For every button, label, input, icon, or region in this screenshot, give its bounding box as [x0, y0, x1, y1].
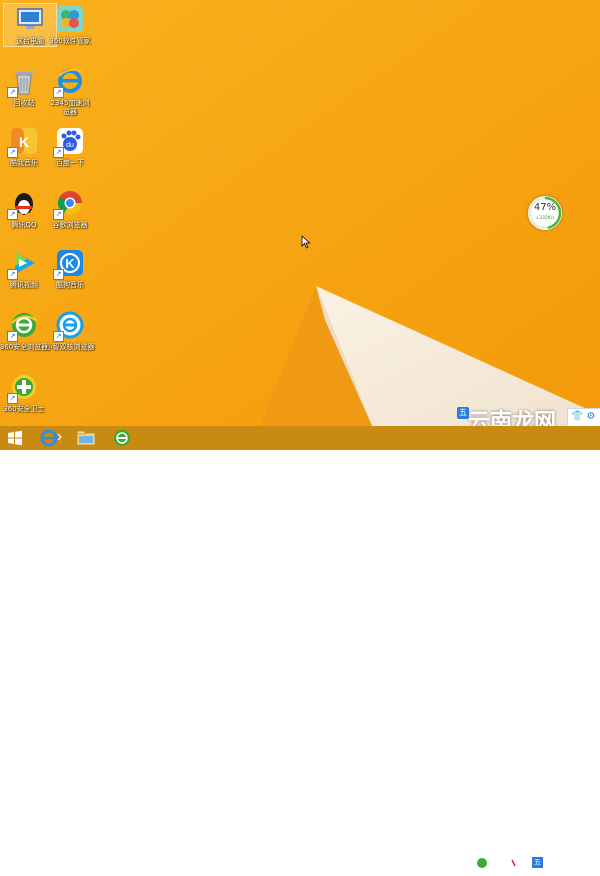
desktop-icon-360-browser[interactable]: ↗ 360安全浏览器: [0, 310, 50, 352]
tray-volume-icon[interactable]: [504, 856, 516, 870]
taskbar-clock[interactable]: 15:46 2021/5/6: [553, 852, 598, 876]
shortcut-arrow-icon: ↗: [7, 209, 18, 220]
shortcut-arrow-icon: ↗: [7, 147, 18, 158]
network-speed-widget[interactable]: 47% ↓332K/s: [528, 196, 562, 230]
360-guard-icon: ↗: [7, 372, 39, 404]
desktop-icon-label: 小智双核浏览器: [45, 343, 95, 351]
shortcut-arrow-icon: ↗: [53, 269, 64, 280]
mouse-cursor-icon: [301, 235, 311, 249]
clock-date: 2021/5/6: [560, 865, 591, 873]
tray-ime-language[interactable]: 中: [518, 856, 530, 870]
shortcut-arrow-icon: ↗: [53, 331, 64, 342]
clock-time: 15:46: [565, 854, 586, 862]
chrome-icon: ↗: [53, 188, 85, 220]
desktop-icon-label: 360安全浏览器: [0, 343, 49, 351]
desktop-icon-label: 360安全卫士: [3, 405, 45, 413]
ie-browser-icon: ↗: [53, 66, 85, 98]
shortcut-arrow-icon: ↗: [7, 87, 18, 98]
start-button[interactable]: [0, 426, 30, 450]
folder-icon: [76, 430, 96, 446]
desktop-icon-360-software-manager[interactable]: 360软件管家: [44, 4, 96, 46]
desktop[interactable]: 这台电脑 360软件管家 ↗ 回收站 ↗ 2345加速浏 览器 K ↗ 酷我音乐 du ↗ 百度一下 ↗…: [0, 0, 600, 426]
shortcut-arrow-icon: ↗: [7, 393, 18, 404]
shortcut-arrow-icon: ↗: [7, 269, 18, 280]
desktop-icon-label: 腾讯QQ: [11, 221, 37, 229]
shirt-icon[interactable]: 👕: [571, 411, 583, 423]
qq-penguin-icon: ↗: [7, 188, 39, 220]
svg-text:K: K: [65, 256, 75, 271]
shortcut-arrow-icon: ↗: [53, 209, 64, 220]
watermark-text: 云南龙网: [468, 409, 557, 426]
desktop-icon-tencent-video[interactable]: ↗ 腾讯视频: [0, 248, 50, 290]
ie-icon: [40, 429, 62, 447]
desktop-icon-label: 百度一下: [56, 159, 84, 167]
kugou-music-icon: K ↗: [53, 248, 85, 280]
svg-text:K: K: [19, 134, 29, 150]
desktop-icon-2345-browser[interactable]: ↗ 2345加速浏 览器: [44, 66, 96, 117]
xiaozhi-browser-icon: ↗: [53, 310, 85, 342]
desktop-icon-xiaozhi-browser[interactable]: ↗ 小智双核浏览器: [44, 310, 96, 352]
tray-ime-mode[interactable]: 五: [532, 857, 543, 868]
taskbar-file-explorer[interactable]: [70, 426, 102, 450]
360-browser-icon: ↗: [7, 310, 39, 342]
desktop-icon-recycle-bin[interactable]: ↗ 回收站: [0, 66, 50, 108]
desktop-icon-kugou-music[interactable]: K ↗ 酷狗音乐: [44, 248, 96, 290]
desktop-icon-label: 回收站: [13, 99, 35, 107]
360-software-manager-icon: [55, 4, 85, 34]
tray-network-icon[interactable]: [490, 856, 502, 870]
desktop-icon-label: 谷歌浏览器: [52, 221, 88, 229]
desktop-icon-label: 酷狗音乐: [56, 281, 84, 289]
tray-360-icon[interactable]: [476, 856, 488, 870]
desktop-icon-label: 2345加速浏 览器: [50, 99, 90, 116]
shortcut-arrow-icon: ↗: [53, 147, 64, 158]
shortcut-arrow-icon: ↗: [53, 87, 64, 98]
desktop-icon-label: 360软件管家: [49, 37, 91, 45]
windows-logo-icon: [8, 430, 22, 446]
svg-text:du: du: [66, 142, 74, 149]
tencent-video-icon: ↗: [7, 248, 39, 280]
computer-icon: [15, 4, 45, 34]
speed-percent: 47%: [533, 202, 557, 213]
shortcut-arrow-icon: ↗: [7, 331, 18, 342]
kuwo-music-icon: K ↗: [7, 126, 39, 158]
taskbar-360-browser[interactable]: [106, 426, 138, 450]
desktop-icon-google-chrome[interactable]: ↗ 谷歌浏览器: [44, 188, 96, 230]
gear-icon[interactable]: ⚙: [585, 411, 597, 423]
taskbar: ▲ 中 五 15:46 2021/5/6: [0, 426, 600, 873]
taskbar-ie[interactable]: [34, 426, 68, 450]
desktop-icon-360-guard[interactable]: ↗ 360安全卫士: [0, 372, 50, 414]
speed-rate: ↓332K/s: [535, 216, 555, 221]
tray-arrow-icon[interactable]: ▲: [464, 856, 476, 870]
floating-helper-panel[interactable]: 👕 ⚙: [567, 408, 600, 426]
360-browser-icon: [114, 430, 130, 446]
desktop-icon-baidu[interactable]: du ↗ 百度一下: [44, 126, 96, 168]
baidu-icon: du ↗: [53, 126, 85, 158]
desktop-icon-label: 酷我音乐: [10, 159, 38, 167]
desktop-icon-kuwo-music[interactable]: K ↗ 酷我音乐: [0, 126, 50, 168]
desktop-icon-label: 腾讯视频: [10, 281, 38, 289]
desktop-icon-tencent-qq[interactable]: ↗ 腾讯QQ: [0, 188, 50, 230]
recycle-bin-icon: ↗: [7, 66, 39, 98]
